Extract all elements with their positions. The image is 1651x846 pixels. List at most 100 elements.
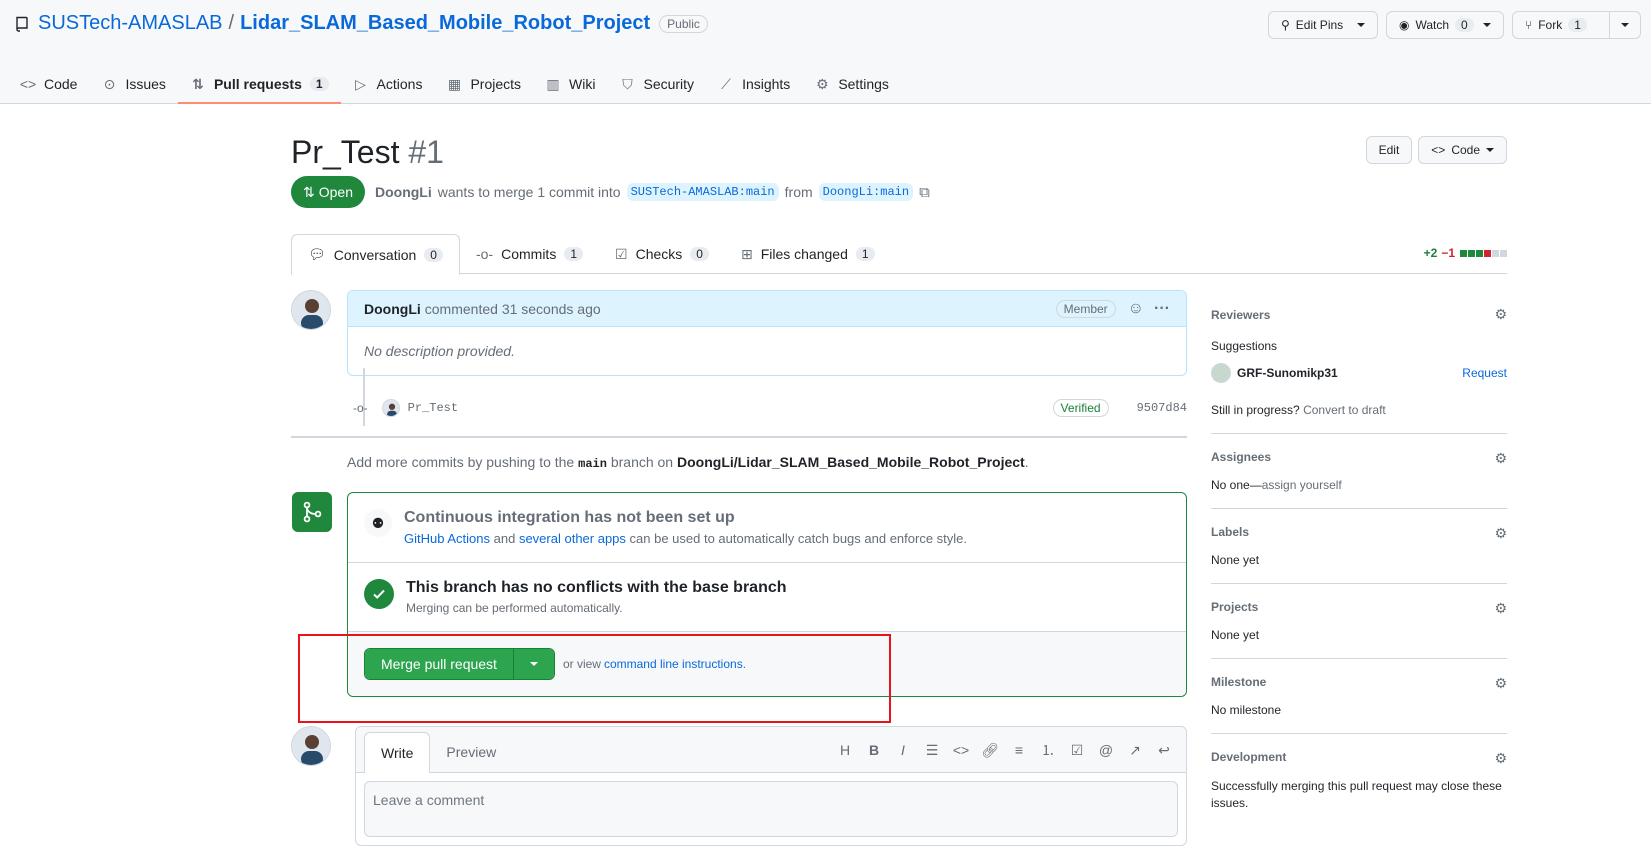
pr-number: #1 xyxy=(408,134,444,170)
github-actions-link[interactable]: GitHub Actions xyxy=(404,531,490,546)
nav-security[interactable]: ⛉ Security xyxy=(607,64,706,104)
commit-sha-link[interactable]: 9507d84 xyxy=(1137,401,1187,415)
chevron-down-icon xyxy=(1357,23,1365,27)
labels-heading[interactable]: Labels xyxy=(1211,525,1507,539)
ci-section: ⚉ Continuous integration has not been se… xyxy=(348,493,1186,563)
nav-pull-requests[interactable]: ⇅ Pull requests 1 xyxy=(177,64,341,104)
unordered-list-icon[interactable]: ≡ xyxy=(1011,742,1027,758)
member-badge: Member xyxy=(1055,299,1116,318)
diffstat-square xyxy=(1468,250,1475,257)
mention-icon[interactable]: @ xyxy=(1098,742,1114,758)
nav-pull-requests-label: Pull requests xyxy=(213,76,302,92)
reviewer-name[interactable]: GRF-Sunomikp31 xyxy=(1237,366,1338,380)
comment-textarea[interactable]: Leave a comment xyxy=(364,781,1178,837)
sidebar-development: Development ⚙ Successfully merging this … xyxy=(1211,734,1507,828)
commit-message-link[interactable]: Pr_Test xyxy=(408,401,458,415)
conflict-title: This branch has no conflicts with the ba… xyxy=(406,579,787,596)
comment-author-link[interactable]: DoongLi xyxy=(364,301,421,317)
gear-icon[interactable]: ⚙ xyxy=(1494,750,1507,767)
pr-author-link[interactable]: DoongLi xyxy=(375,184,432,200)
code-icon[interactable]: <> xyxy=(953,742,969,758)
edit-pins-button[interactable]: ⚲ Edit Pins xyxy=(1268,11,1378,39)
repo-icon xyxy=(14,16,30,32)
pr-title-text: Pr_Test xyxy=(291,134,400,170)
link-icon[interactable]: 🔗︎ xyxy=(981,742,999,758)
heading-icon[interactable]: H xyxy=(837,742,853,758)
avatar[interactable] xyxy=(291,290,331,330)
fork-dropdown-button[interactable] xyxy=(1609,11,1641,39)
gear-icon[interactable]: ⚙ xyxy=(1494,306,1507,323)
avatar[interactable] xyxy=(1211,363,1231,383)
ci-text: Continuous integration has not been set … xyxy=(404,509,967,546)
watch-counter: 0 xyxy=(1455,18,1474,32)
development-value: Successfully merging this pull request m… xyxy=(1211,779,1502,810)
nav-code[interactable]: <> Code xyxy=(8,64,89,104)
reply-icon[interactable]: ↩ xyxy=(1156,742,1172,758)
milestone-heading[interactable]: Milestone xyxy=(1211,675,1507,689)
other-apps-link[interactable]: several other apps xyxy=(519,531,626,546)
repo-name-link[interactable]: Lidar_SLAM_Based_Mobile_Robot_Project xyxy=(240,12,650,35)
smiley-icon[interactable]: ☺ xyxy=(1128,300,1144,318)
pr-merge-text: wants to merge 1 commit into xyxy=(437,184,621,200)
nav-wiki[interactable]: ▥ Wiki xyxy=(533,64,607,104)
assignees-heading[interactable]: Assignees xyxy=(1211,450,1507,464)
gear-icon: ⚙ xyxy=(816,75,829,92)
sidebar-labels: Labels ⚙ None yet xyxy=(1211,509,1507,584)
nav-issues[interactable]: ⊙ Issues xyxy=(89,64,177,104)
pr-from-text: from xyxy=(784,184,813,200)
ordered-list-icon[interactable]: ⒈ xyxy=(1040,742,1056,758)
fork-button[interactable]: ⑂ Fork 1 xyxy=(1512,11,1610,39)
gear-icon[interactable]: ⚙ xyxy=(1494,525,1507,542)
nav-settings[interactable]: ⚙ Settings xyxy=(802,64,901,104)
reviewers-heading[interactable]: Reviewers xyxy=(1211,308,1507,322)
repo-owner-link[interactable]: SUSTech-AMASLAB xyxy=(38,12,223,35)
files-counter: 1 xyxy=(855,247,875,261)
edit-title-button[interactable]: Edit xyxy=(1365,136,1413,164)
italic-icon[interactable]: I xyxy=(895,742,911,758)
tab-checks[interactable]: ☑ Checks 0 xyxy=(599,234,725,274)
gear-icon[interactable]: ⚙ xyxy=(1494,450,1507,467)
request-review-link[interactable]: Request xyxy=(1462,366,1507,380)
nav-insights[interactable]: ⟋ Insights xyxy=(706,64,802,104)
comment-time[interactable]: 31 seconds ago xyxy=(502,301,601,317)
tab-preview[interactable]: Preview xyxy=(430,732,512,772)
convert-to-draft-link[interactable]: Convert to draft xyxy=(1303,403,1386,417)
tab-conversation-label: Conversation xyxy=(333,246,417,263)
repo-nav: <> Code ⊙ Issues ⇅ Pull requests 1 ▷ Actions … xyxy=(8,64,901,104)
code-dropdown-label: Code xyxy=(1451,143,1480,157)
book-icon: ▥ xyxy=(546,75,560,92)
repo-title: SUSTech-AMASLAB / Lidar_SLAM_Based_Mobil… xyxy=(14,12,708,35)
gear-icon[interactable]: ⚙ xyxy=(1494,675,1507,692)
avatar[interactable] xyxy=(381,399,400,417)
assign-yourself-link[interactable]: assign yourself xyxy=(1262,478,1342,492)
title-actions: Edit <> Code xyxy=(1365,136,1507,164)
ci-rest: can be used to automatically catch bugs … xyxy=(629,531,968,546)
gear-icon[interactable]: ⚙ xyxy=(1494,600,1507,617)
tab-files-changed[interactable]: ⊞ Files changed 1 xyxy=(725,234,891,274)
quote-icon[interactable]: ☰ xyxy=(924,742,940,758)
nav-projects[interactable]: ▦ Projects xyxy=(434,64,533,104)
verified-badge[interactable]: Verified xyxy=(1052,399,1109,417)
fork-label: Fork xyxy=(1538,18,1563,32)
avatar[interactable] xyxy=(291,726,331,766)
tab-conversation[interactable]: 💬︎ Conversation 0 xyxy=(291,234,460,275)
projects-heading[interactable]: Projects xyxy=(1211,600,1507,614)
nav-code-label: Code xyxy=(44,76,78,92)
code-icon: <> xyxy=(1431,143,1446,157)
bold-icon[interactable]: B xyxy=(866,742,882,758)
checks-counter: 0 xyxy=(690,247,709,261)
nav-actions[interactable]: ▷ Actions xyxy=(341,64,435,104)
tab-write[interactable]: Write xyxy=(364,732,431,773)
assignees-value: No one—assign yourself xyxy=(1211,478,1507,492)
tasklist-icon[interactable]: ☑ xyxy=(1069,742,1085,758)
watch-button[interactable]: ◉ Watch 0 xyxy=(1386,11,1504,39)
tab-commits[interactable]: -o- Commits 1 xyxy=(460,234,599,274)
cross-reference-icon[interactable]: ↗ xyxy=(1127,742,1143,758)
development-heading[interactable]: Development xyxy=(1211,750,1507,764)
code-dropdown-button[interactable]: <> Code xyxy=(1418,136,1507,164)
base-branch[interactable]: SUSTech-AMASLAB:main xyxy=(626,183,779,201)
copy-icon[interactable]: ⧉ xyxy=(919,184,930,201)
repo-actions: ⚲ Edit Pins ◉ Watch 0 ⑂ Fork 1 xyxy=(1268,11,1641,39)
kebab-horizontal-icon[interactable]: ··· xyxy=(1154,300,1170,318)
head-branch[interactable]: DoongLi:main xyxy=(818,183,914,201)
